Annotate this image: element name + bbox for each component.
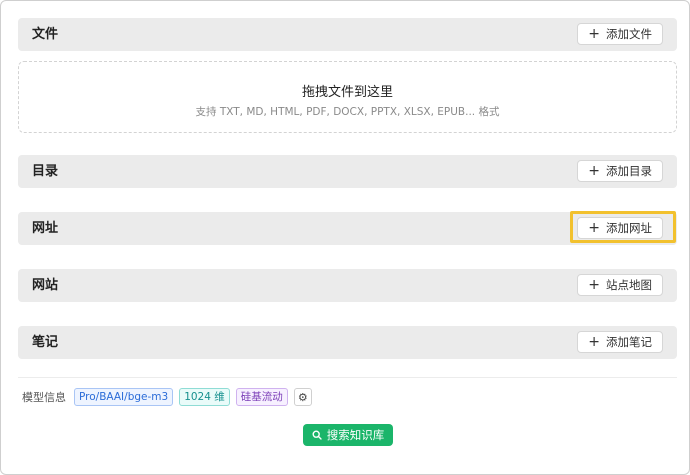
add-note-button[interactable]: + 添加笔记 xyxy=(577,331,663,353)
knowledge-base-panel: 文件 + 添加文件 拖拽文件到这里 支持 TXT, MD, HTML, PDF,… xyxy=(0,0,690,475)
search-knowledge-base-button[interactable]: 搜索知识库 xyxy=(303,424,393,446)
add-note-label: 添加笔记 xyxy=(606,335,652,349)
highlight-box xyxy=(570,211,676,243)
dropzone-subtitle: 支持 TXT, MD, HTML, PDF, DOCX, PPTX, XLSX,… xyxy=(195,106,500,118)
divider xyxy=(18,377,677,378)
dimension-tag: 1024 维 xyxy=(179,388,230,406)
model-info-row: 模型信息 Pro/BAAI/bge-m3 1024 维 硅基流动 ⚙ xyxy=(22,388,312,406)
dropzone-title: 拖拽文件到这里 xyxy=(301,85,393,100)
website-section-title: 网站 xyxy=(32,278,59,293)
plus-icon: + xyxy=(588,163,600,179)
files-section-title: 文件 xyxy=(32,27,59,42)
search-icon xyxy=(312,430,322,440)
files-section: 文件 + 添加文件 xyxy=(18,18,677,51)
plus-icon: + xyxy=(588,26,600,42)
add-sitemap-label: 站点地图 xyxy=(606,278,652,292)
add-directory-button[interactable]: + 添加目录 xyxy=(577,160,663,182)
directory-section: 目录 + 添加目录 xyxy=(18,155,677,188)
directory-section-title: 目录 xyxy=(32,164,59,179)
add-directory-label: 添加目录 xyxy=(606,164,652,178)
settings-button[interactable]: ⚙ xyxy=(293,388,312,406)
notes-section-title: 笔记 xyxy=(32,335,59,350)
website-section: 网站 + 站点地图 xyxy=(18,269,677,302)
model-name-tag: Pro/BAAI/bge-m3 xyxy=(74,388,174,406)
file-dropzone[interactable]: 拖拽文件到这里 支持 TXT, MD, HTML, PDF, DOCX, PPT… xyxy=(18,61,677,133)
search-button-label: 搜索知识库 xyxy=(326,428,385,442)
model-info-label: 模型信息 xyxy=(22,391,66,404)
provider-tag: 硅基流动 xyxy=(235,388,288,406)
add-sitemap-button[interactable]: + 站点地图 xyxy=(577,274,663,296)
gear-icon: ⚙ xyxy=(297,390,308,404)
add-file-button[interactable]: + 添加文件 xyxy=(577,23,663,45)
plus-icon: + xyxy=(588,277,600,293)
url-section-title: 网址 xyxy=(32,221,59,236)
notes-section: 笔记 + 添加笔记 xyxy=(18,326,677,359)
add-file-label: 添加文件 xyxy=(606,27,652,41)
plus-icon: + xyxy=(588,334,600,350)
